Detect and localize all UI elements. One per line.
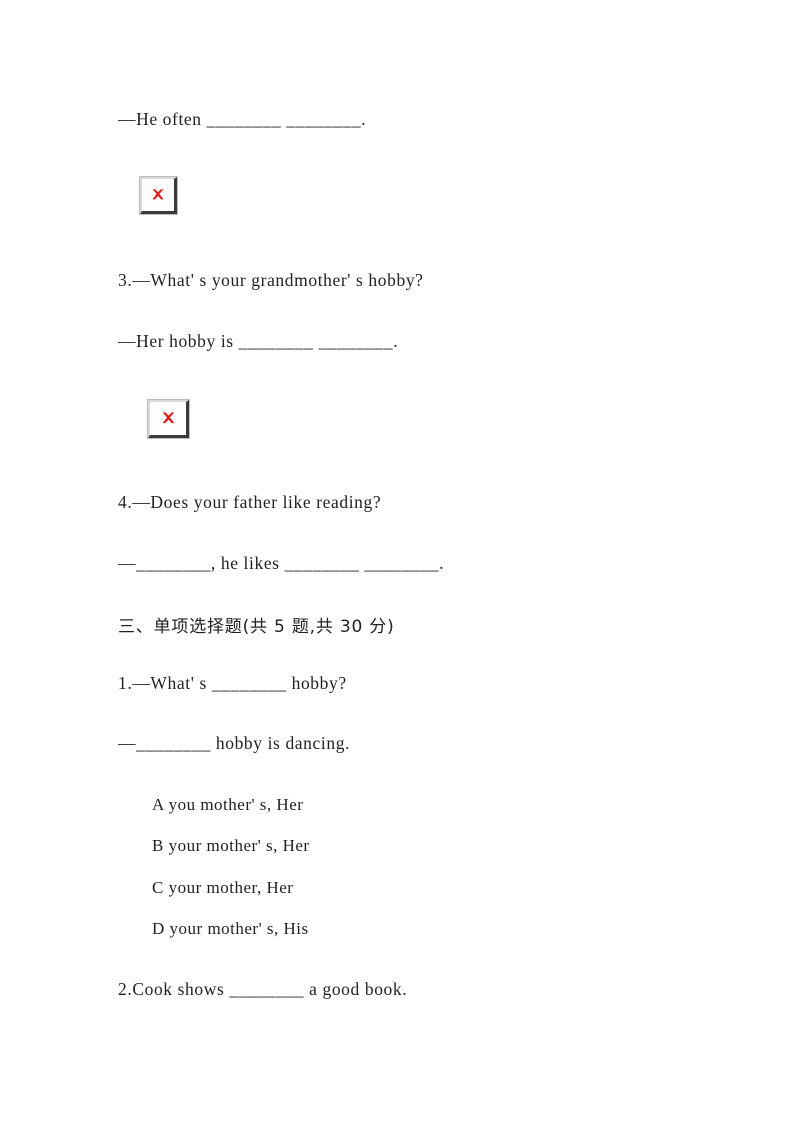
- mc-question-2-prompt: 2.Cook shows ________ a good book.: [118, 979, 408, 999]
- mc-question-1-option-a[interactable]: A you mother' s, Her: [152, 794, 303, 816]
- mc-question-1-option-b[interactable]: B your mother' s, Her: [152, 835, 310, 857]
- question-4-answer-line: —________, he likes ________ ________.: [118, 553, 445, 573]
- mc-question-1-prompt: 1.—What' s ________ hobby?: [118, 673, 347, 693]
- question-3-answer-line: —Her hobby is ________ ________.: [118, 331, 399, 351]
- broken-image-placeholder-2: [147, 399, 190, 439]
- mc-question-1-option-d[interactable]: D your mother' s, His: [152, 918, 309, 940]
- question-3-prompt: 3.—What' s your grandmother' s hobby?: [118, 270, 424, 290]
- broken-image-x-icon: [149, 186, 167, 204]
- document-page: —He often ________ ________. 3.—What' s …: [0, 0, 794, 1123]
- mc-question-1-response: —________ hobby is dancing.: [118, 733, 351, 753]
- mc-question-1-option-c[interactable]: C your mother, Her: [152, 877, 293, 899]
- section-heading-multiple-choice: 三、单项选择题(共 5 题,共 30 分): [118, 617, 395, 637]
- broken-image-placeholder-1: [139, 176, 178, 215]
- question-2-answer-line: —He often ________ ________.: [118, 109, 367, 129]
- broken-image-x-icon: [159, 409, 178, 428]
- question-4-prompt: 4.—Does your father like reading?: [118, 492, 382, 512]
